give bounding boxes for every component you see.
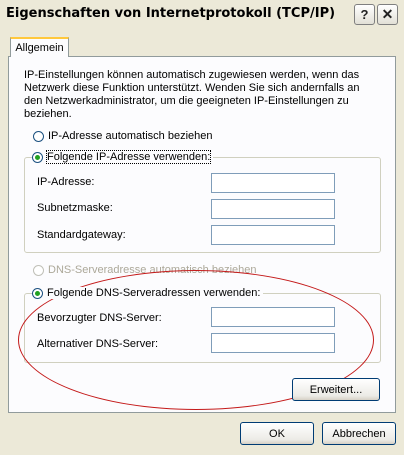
ok-button[interactable]: OK [240,422,314,445]
radio-dns-auto-label: DNS-Serveradresse automatisch beziehen [48,264,257,276]
ip-address-input[interactable] [211,173,335,193]
advanced-button-label: Erweitert... [309,383,363,396]
radio-ip-manual-label: Folgende IP-Adresse verwenden: [45,150,212,164]
radio-ip-manual[interactable]: Folgende IP-Adresse verwenden: [32,150,214,164]
gateway-input[interactable] [211,225,335,245]
intro-text: IP-Einstellungen können automatisch zuge… [24,69,360,120]
preferred-dns-label: Bevorzugter DNS-Server: [37,312,162,324]
close-icon: ✕ [381,6,394,22]
title-bar: Eigenschaften von Internetprotokoll (TCP… [0,0,404,28]
advanced-button[interactable]: Erweitert... [292,378,380,401]
help-button[interactable]: ? [354,4,375,25]
radio-button-selected [32,151,43,163]
radio-dns-manual-label: Folgende DNS-Serveradressen verwenden: [47,287,261,299]
tab-label: Allgemein [15,42,64,54]
radio-dns-manual[interactable]: Folgende DNS-Serveradressen verwenden: [32,287,264,299]
gateway-label: Standardgateway: [37,229,126,241]
close-button[interactable]: ✕ [377,4,398,25]
subnet-mask-input[interactable] [211,199,335,219]
radio-button-disabled [33,264,44,276]
preferred-dns-input[interactable] [211,307,335,327]
tab-allgemein[interactable]: Allgemein [10,37,69,57]
radio-dot [35,154,40,160]
cancel-button[interactable]: Abbrechen [322,422,396,445]
cancel-button-label: Abbrechen [332,427,386,440]
radio-ip-auto-label: IP-Adresse automatisch beziehen [48,130,213,142]
alternate-dns-input[interactable] [211,333,335,353]
radio-button [33,130,44,142]
subnet-mask-label: Subnetzmaske: [37,202,113,214]
radio-dot [35,290,40,296]
ok-button-label: OK [269,427,285,440]
alternate-dns-label: Alternativer DNS-Server: [37,338,159,350]
radio-dns-auto: DNS-Serveradresse automatisch beziehen [33,264,260,276]
radio-button-selected [32,287,43,299]
help-icon: ? [360,7,369,22]
radio-ip-auto[interactable]: IP-Adresse automatisch beziehen [33,130,216,142]
ip-address-label: IP-Adresse: [37,176,95,188]
window-title: Eigenschaften von Internetprotokoll (TCP… [6,6,336,21]
